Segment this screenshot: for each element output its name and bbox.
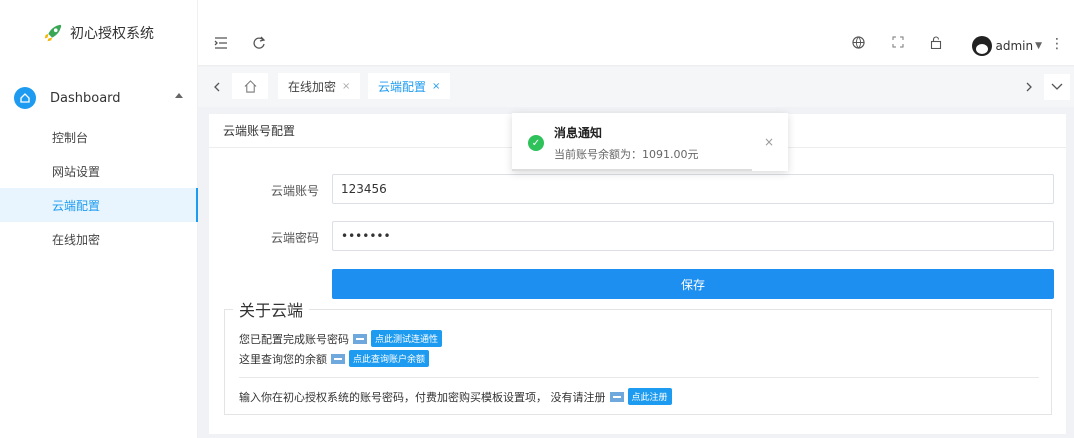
tab-bar: 在线加密 × 云端配置 × xyxy=(198,67,1074,107)
account-label: 云端账号 xyxy=(270,184,319,198)
close-icon[interactable]: × xyxy=(764,135,774,149)
password-input[interactable] xyxy=(332,221,1054,251)
avatar xyxy=(972,36,993,56)
sidebar-item-cloud-config[interactable]: 云端配置 xyxy=(0,188,198,222)
caret-down-icon: ▼ xyxy=(1035,41,1042,51)
fullscreen-icon[interactable] xyxy=(892,36,904,52)
query-balance-button[interactable]: 点此查询账户余额 xyxy=(349,350,430,367)
section-legend: 关于云端 xyxy=(233,297,310,321)
test-connectivity-button[interactable]: 点此测试连通性 xyxy=(371,330,443,347)
register-button[interactable]: 点此注册 xyxy=(627,388,672,405)
menu-collapse-icon[interactable] xyxy=(214,36,228,54)
arrow-right-icon xyxy=(353,333,367,344)
sidebar-item-online-encrypt[interactable]: 在线加密 xyxy=(0,222,197,256)
about-line-balance: 这里查询您的余额 点此查询账户余额 xyxy=(239,350,430,367)
globe-icon[interactable] xyxy=(852,36,865,53)
close-icon[interactable]: × xyxy=(432,81,440,92)
about-text: 您已配置完成账号密码 xyxy=(239,332,349,346)
success-check-icon: ✓ xyxy=(528,135,544,151)
home-outline-icon xyxy=(244,79,256,93)
account-input[interactable] xyxy=(332,174,1054,204)
notification-toast: ✓ 消息通知 当前账号余额为：1091.00元 × xyxy=(512,113,788,171)
arrow-right-icon xyxy=(609,391,624,402)
toast-progress xyxy=(512,169,752,171)
sidebar: 初心授权系统 Dashboard 控制台 网站设置 云端配置 在线加密 xyxy=(0,0,198,438)
rocket-icon xyxy=(44,24,62,42)
user-menu[interactable]: admin ▼ xyxy=(972,36,1042,56)
password-row: 云端密码 xyxy=(209,221,1066,251)
sidebar-group-dashboard[interactable]: Dashboard xyxy=(0,76,197,120)
chevron-down-icon[interactable] xyxy=(1044,74,1070,100)
save-button[interactable]: 保存 xyxy=(332,269,1054,299)
about-text: 输入你在初心授权系统的账号密码，付费加密购买模板设置项， 没有请注册 xyxy=(239,390,606,404)
about-line-test: 您已配置完成账号密码 点此测试连通性 xyxy=(239,330,443,347)
toast-title: 消息通知 xyxy=(554,126,603,140)
about-text: 这里查询您的余额 xyxy=(239,352,327,366)
top-header: admin ▼ ⋮ xyxy=(198,0,1074,66)
more-vertical-icon[interactable]: ⋮ xyxy=(1050,36,1064,52)
account-row: 云端账号 xyxy=(209,174,1066,204)
about-cloud-section: 关于云端 您已配置完成账号密码 点此测试连通性 这里查询您的余额 点此查询账户余… xyxy=(224,297,1052,415)
sidebar-item-site-settings[interactable]: 网站设置 xyxy=(0,154,197,188)
tab-online-encrypt[interactable]: 在线加密 × xyxy=(278,73,361,99)
app-title: 初心授权系统 xyxy=(70,26,154,42)
home-icon xyxy=(14,87,36,109)
tab-label: 在线加密 xyxy=(288,79,337,94)
refresh-icon[interactable] xyxy=(252,36,266,54)
tab-home[interactable] xyxy=(232,73,268,99)
chevron-up-icon xyxy=(175,93,183,98)
sidebar-item-console[interactable]: 控制台 xyxy=(0,120,197,154)
logo[interactable]: 初心授权系统 xyxy=(0,0,197,66)
toast-message: 当前账号余额为：1091.00元 xyxy=(554,148,699,161)
close-icon[interactable]: × xyxy=(342,81,350,92)
tab-cloud-config[interactable]: 云端配置 × xyxy=(368,73,451,99)
about-line-register: 输入你在初心授权系统的账号密码，付费加密购买模板设置项， 没有请注册 点此注册 xyxy=(239,388,672,405)
password-label: 云端密码 xyxy=(270,231,319,245)
sidebar-group-label: Dashboard xyxy=(50,90,121,106)
username: admin xyxy=(995,39,1034,53)
arrow-right-icon xyxy=(331,353,345,364)
chevron-left-icon[interactable] xyxy=(204,74,230,100)
chevron-right-icon[interactable] xyxy=(1016,74,1042,100)
tab-label: 云端配置 xyxy=(378,79,427,94)
divider xyxy=(239,377,1039,378)
lock-icon[interactable] xyxy=(930,36,942,53)
